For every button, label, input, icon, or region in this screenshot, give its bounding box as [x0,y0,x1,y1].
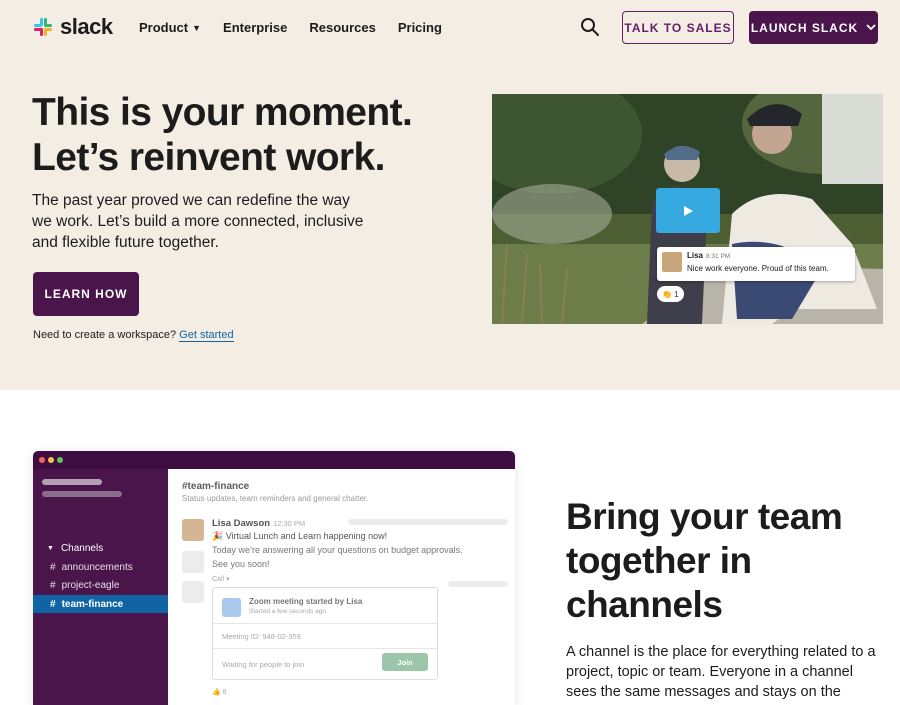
channel-announcements[interactable]: # announcements [33,558,168,576]
zoom-title: Zoom meeting started by Lisa [249,597,363,606]
channel-view: #team-finance Status updates, team remin… [168,469,515,705]
window-titlebar [33,451,515,469]
nav-pricing[interactable]: Pricing [398,20,442,35]
search-icon[interactable] [580,17,600,37]
message-line: Today we’re answering all your questions… [212,545,463,555]
main-nav: Product ▼ Enterprise Resources Pricing [139,20,442,35]
play-button[interactable] [656,188,720,233]
message-author: Lisa 8:31 PM [687,251,730,260]
section-body: A channel is the place for everything re… [566,644,876,705]
channel-project-eagle[interactable]: # project-eagle [33,576,168,594]
hero-video[interactable]: Lisa 8:31 PM Nice work everyone. Proud of… [492,94,883,324]
channel-label: project-eagle [61,579,120,591]
zoom-subtitle: Started a few seconds ago [249,608,326,615]
reaction-pill: 👍 8 [212,689,227,696]
caret-down-icon: ▼ [47,545,54,552]
divider [213,623,437,624]
join-button[interactable]: Join [382,653,428,671]
chevron-down-icon: ▼ [192,22,202,33]
talk-to-sales-button[interactable]: TALK TO SALES [622,11,734,44]
workspace-prompt: Need to create a workspace? Get started [33,329,234,342]
top-nav: slack Product ▼ Enterprise Resources Pri… [0,0,900,55]
message-author-name: Lisa Dawson [212,518,271,529]
channel-label: announcements [61,561,133,573]
logo-wordmark: slack [60,14,113,39]
slack-logo-icon [34,18,52,36]
message-bubble: Lisa 8:31 PM Nice work everyone. Proud of… [657,247,855,281]
section-headline-line-2: together in [566,540,752,581]
faded-avatar-placeholder [182,581,204,603]
message-time: 8:31 PM [706,253,731,260]
nav-enterprise[interactable]: Enterprise [223,20,287,35]
faded-avatar-placeholder [182,551,204,573]
workspace-prompt-text: Need to create a workspace? [33,329,177,341]
maximize-dot [57,457,63,463]
launch-slack-button[interactable]: LAUNCH SLACK [749,11,878,44]
section-headline-line-3: channels [566,584,723,625]
chevron-down-icon [866,24,876,31]
launch-slack-label: LAUNCH SLACK [750,20,859,35]
sidebar: ▼ Channels # announcements # project-eagle… [33,469,168,705]
faded-message-placeholder [448,581,508,587]
faded-message-placeholder [348,519,508,525]
zoom-call-card: Zoom meeting started by Lisa Started a f… [212,587,438,680]
channel-label: team-finance [61,598,124,610]
video-camera-icon [222,598,241,617]
reaction-count: 1 [674,289,679,299]
user-name-placeholder [42,491,122,497]
hero-headline: This is your moment. Let’s reinvent work… [32,90,452,180]
meeting-id: Meeting ID: 948-02-359 [222,632,301,641]
section-headline-line-1: Bring your team [566,496,843,537]
waiting-text: Waiting for people to join [222,660,305,669]
slack-logo[interactable]: slack [32,14,113,40]
play-icon [684,205,693,216]
hero-headline-line-2: Let’s reinvent work. [32,136,385,179]
channel-topic: Status updates, team reminders and gener… [182,494,369,503]
message-line: See you soon! [212,559,270,569]
message-author-name: Lisa [687,251,704,260]
hero-body: The past year proved we can redefine the… [32,192,364,251]
message-text: Nice work everyone. Proud of this team. [687,264,829,273]
reaction-pill: 👏 1 [657,286,684,302]
hash-icon: # [50,579,56,591]
call-label: Call ▾ [212,576,230,583]
nav-product[interactable]: Product ▼ [139,20,201,35]
channels-section-header[interactable]: ▼ Channels [47,543,103,554]
message-line: 🎉 Virtual Lunch and Learn happening now! [212,531,388,541]
learn-how-button[interactable]: LEARN HOW [33,272,139,316]
nav-resources[interactable]: Resources [309,20,375,35]
nav-product-label: Product [139,20,189,35]
section-headline: Bring your team together in channels [566,495,866,627]
message-time: 12:30 PM [273,519,306,528]
avatar [662,252,682,272]
clap-icon: 👏 [662,289,673,299]
slack-app-preview: ▼ Channels # announcements # project-eagle… [33,451,515,705]
message-author: Lisa Dawson 12:30 PM [212,518,305,529]
channel-title: #team-finance [182,481,250,492]
get-started-link[interactable]: Get started [179,329,234,342]
hash-icon: # [50,598,56,610]
avatar [182,519,204,541]
hero-headline-line-1: This is your moment. [32,91,413,134]
close-dot [39,457,45,463]
channel-team-finance[interactable]: # team-finance [33,595,168,613]
minimize-dot [48,457,54,463]
hash-icon: # [50,561,56,573]
workspace-name-placeholder [42,479,102,485]
channels-header-label: Channels [60,543,104,554]
divider [213,648,437,649]
